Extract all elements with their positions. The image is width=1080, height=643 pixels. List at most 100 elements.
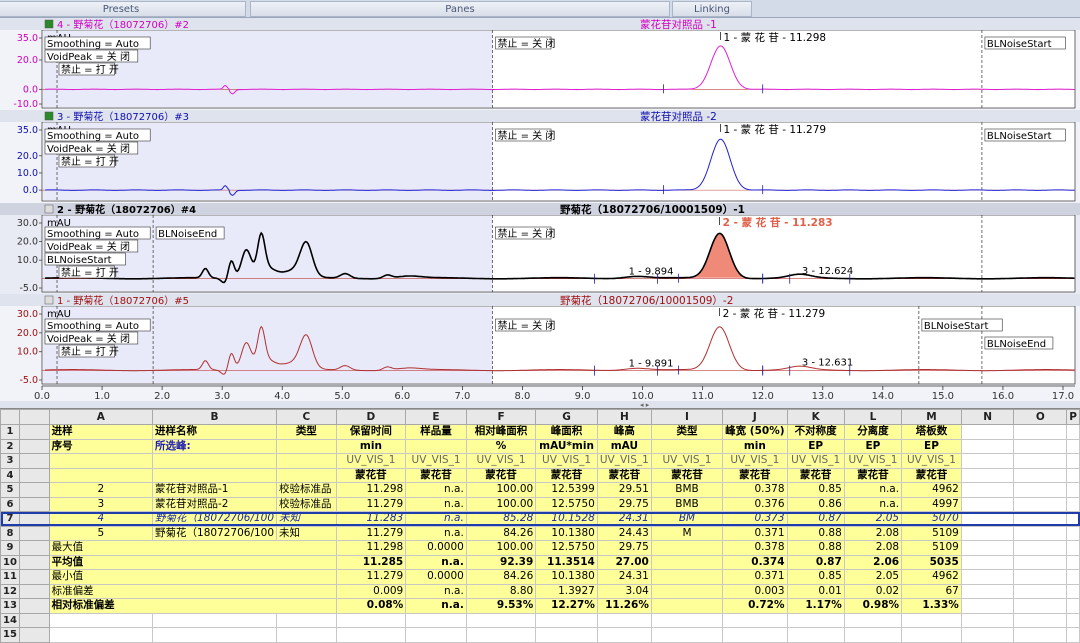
row-number[interactable]: 4 bbox=[0, 467, 20, 483]
panel-checkbox[interactable] bbox=[44, 295, 54, 305]
column-header[interactable]: D bbox=[335, 409, 407, 425]
data-cell[interactable]: 2.08 bbox=[843, 525, 903, 541]
data-cell[interactable]: 0.88 bbox=[786, 525, 845, 541]
empty-cell[interactable] bbox=[1013, 627, 1068, 643]
empty-cell[interactable] bbox=[901, 627, 962, 643]
stat-cell[interactable]: 27.00 bbox=[596, 554, 652, 570]
column-header[interactable]: L bbox=[843, 409, 903, 425]
row-number[interactable]: 12 bbox=[0, 583, 20, 599]
table-row[interactable]: 7 4 野菊花（18072706/100 未知 11.283 n.a. 85.28 10.15… bbox=[0, 511, 1080, 527]
empty-cell[interactable] bbox=[405, 612, 467, 628]
data-cell[interactable]: 0.87 bbox=[786, 511, 845, 527]
stat-cell[interactable]: 0.374 bbox=[722, 554, 788, 570]
header-cell[interactable]: EP bbox=[843, 438, 903, 454]
data-cell[interactable]: 11.298 bbox=[335, 482, 407, 498]
header-cell[interactable] bbox=[650, 438, 724, 454]
header-cell[interactable]: 蒙花苷 bbox=[843, 467, 903, 483]
data-cell[interactable]: 未知 bbox=[276, 511, 337, 527]
data-cell[interactable]: 84.26 bbox=[465, 525, 537, 541]
panel-checkbox[interactable] bbox=[44, 19, 54, 29]
stat-cell[interactable]: 标准偏差 bbox=[48, 583, 337, 599]
data-cell[interactable]: 85.28 bbox=[465, 511, 537, 527]
stat-cell[interactable]: 11.3514 bbox=[535, 554, 598, 570]
column-header[interactable]: N bbox=[960, 409, 1015, 425]
empty-cell[interactable] bbox=[650, 612, 724, 628]
empty-cell[interactable] bbox=[960, 612, 1015, 628]
row-number[interactable]: 3 bbox=[0, 453, 20, 469]
data-cell[interactable]: 0.373 bbox=[722, 511, 788, 527]
header-cell[interactable]: 蒙花苷 bbox=[596, 467, 652, 483]
header-cell[interactable]: 蒙花苷 bbox=[465, 467, 537, 483]
header-cell[interactable]: UV_VIS_1 bbox=[901, 453, 962, 469]
stat-cell[interactable]: 11.285 bbox=[335, 554, 407, 570]
header-cell[interactable]: UV_VIS_1 bbox=[843, 453, 903, 469]
row-number[interactable]: 7 bbox=[0, 511, 20, 527]
data-cell[interactable]: 2 bbox=[48, 482, 154, 498]
column-header[interactable]: O bbox=[1013, 409, 1068, 425]
stat-row[interactable]: 11 最小值 11.279 0.0000 84.26 10.1380 24.31 0.371 0… bbox=[0, 569, 1080, 585]
row-header[interactable] bbox=[18, 409, 50, 425]
stat-cell[interactable]: 0.98% bbox=[843, 598, 903, 614]
column-header[interactable]: K bbox=[786, 409, 845, 425]
stat-cell[interactable] bbox=[650, 583, 724, 599]
stat-cell[interactable]: 84.26 bbox=[465, 569, 537, 585]
data-cell[interactable]: 0.86 bbox=[786, 496, 845, 512]
data-cell[interactable]: 29.75 bbox=[596, 496, 652, 512]
stat-cell[interactable]: 8.80 bbox=[465, 583, 537, 599]
report-grid[interactable]: A B C D E F G H I J K L M N O P 1 进样 进样名称 类型 保留时间 样品量 相对峰面积 峰面积… bbox=[0, 408, 1080, 643]
stat-cell[interactable]: 29.75 bbox=[596, 540, 652, 556]
table-row[interactable]: 8 5 野菊花（18072706/100 未知 11.279 n.a. 84.26 10.13… bbox=[0, 525, 1080, 541]
column-header[interactable]: J bbox=[722, 409, 788, 425]
header-cell[interactable]: 保留时间 bbox=[335, 424, 407, 440]
data-cell[interactable]: 10.1528 bbox=[535, 511, 598, 527]
stat-cell[interactable]: 0.72% bbox=[722, 598, 788, 614]
empty-cell[interactable] bbox=[335, 612, 407, 628]
stat-cell[interactable] bbox=[650, 540, 724, 556]
tab-linking[interactable]: Linking bbox=[672, 1, 752, 17]
header-cell[interactable] bbox=[48, 453, 154, 469]
table-row[interactable]: 6 3 蒙花苷对照品-2 校验标准品 11.279 n.a. 100.00 12.5750 29… bbox=[0, 496, 1080, 512]
row-number[interactable]: 9 bbox=[0, 540, 20, 556]
stat-cell[interactable]: 0.0000 bbox=[405, 569, 467, 585]
stat-cell[interactable]: 100.00 bbox=[465, 540, 537, 556]
row-number[interactable]: 2 bbox=[0, 438, 20, 454]
header-cell[interactable]: EP bbox=[901, 438, 962, 454]
stat-cell[interactable]: 0.0000 bbox=[405, 540, 467, 556]
stat-cell[interactable]: 0.01 bbox=[786, 583, 845, 599]
empty-cell[interactable] bbox=[1066, 627, 1080, 643]
header-cell[interactable]: 所选峰: bbox=[152, 438, 278, 454]
stat-cell[interactable]: 1.33% bbox=[901, 598, 962, 614]
table-row[interactable]: 5 2 蒙花苷对照品-1 校验标准品 11.298 n.a. 100.00 12.5399 29… bbox=[0, 482, 1080, 498]
header-cell[interactable]: UV_VIS_1 bbox=[786, 453, 845, 469]
stat-cell[interactable]: 0.85 bbox=[786, 569, 845, 585]
header-cell[interactable]: mAU bbox=[596, 438, 652, 454]
empty-cell[interactable] bbox=[535, 612, 598, 628]
column-header[interactable]: A bbox=[48, 409, 154, 425]
stat-cell[interactable]: 1.17% bbox=[786, 598, 845, 614]
empty-cell[interactable] bbox=[960, 627, 1015, 643]
column-header[interactable]: G bbox=[535, 409, 598, 425]
header-cell[interactable]: 塔板数 bbox=[901, 424, 962, 440]
data-cell[interactable]: n.a. bbox=[843, 496, 903, 512]
header-cell[interactable]: 峰面积 bbox=[535, 424, 598, 440]
data-cell[interactable]: 24.31 bbox=[596, 511, 652, 527]
empty-cell[interactable] bbox=[535, 627, 598, 643]
header-cell[interactable]: 蒙花苷 bbox=[405, 467, 467, 483]
data-cell[interactable]: n.a. bbox=[843, 482, 903, 498]
header-cell[interactable]: 进样名称 bbox=[152, 424, 278, 440]
row-number[interactable]: 10 bbox=[0, 554, 20, 570]
data-cell[interactable]: 4962 bbox=[901, 482, 962, 498]
row-number[interactable]: 15 bbox=[0, 627, 20, 643]
data-cell[interactable]: BMB bbox=[650, 496, 724, 512]
stat-cell[interactable]: 24.31 bbox=[596, 569, 652, 585]
stat-cell[interactable]: n.a. bbox=[405, 583, 467, 599]
empty-cell[interactable] bbox=[843, 627, 903, 643]
stat-cell[interactable]: 2.05 bbox=[843, 569, 903, 585]
tab-panes[interactable]: Panes bbox=[250, 1, 670, 17]
empty-cell[interactable] bbox=[48, 612, 154, 628]
data-cell[interactable]: 校验标准品 bbox=[276, 496, 337, 512]
stat-cell[interactable]: 0.02 bbox=[843, 583, 903, 599]
header-cell[interactable] bbox=[276, 438, 337, 454]
column-header[interactable]: F bbox=[465, 409, 537, 425]
data-cell[interactable]: 24.43 bbox=[596, 525, 652, 541]
